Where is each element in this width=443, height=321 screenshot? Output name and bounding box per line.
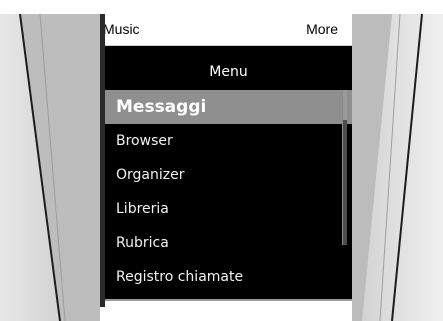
menu-item-browser[interactable]: Browser [105, 124, 352, 158]
menu-item-registro-chiamate[interactable]: Registro chiamate [105, 260, 352, 294]
menu-list: Messaggi Browser Organizer Libreria Rubr… [105, 90, 352, 302]
menu-item-organizer[interactable]: Organizer [105, 158, 352, 192]
menu-item-rubrica[interactable]: Rubrica [105, 226, 352, 260]
menu-title: Menu [209, 64, 248, 80]
softkey-music[interactable]: Music [103, 21, 140, 37]
phone-screen: Music More Menu Messaggi Browser Organiz… [100, 14, 352, 321]
scrollbar[interactable] [342, 90, 347, 245]
screen-edge-shadow [100, 14, 105, 307]
menu-item-libreria[interactable]: Libreria [105, 192, 352, 226]
bottom-bar [100, 299, 352, 321]
phone-bezel-left [0, 14, 100, 321]
softkey-more[interactable]: More [306, 21, 338, 37]
softkey-bar: Music More [100, 14, 352, 46]
phone-bezel-right [352, 14, 443, 321]
menu-item-messaggi[interactable]: Messaggi [105, 90, 352, 124]
scrollbar-thumb[interactable] [343, 90, 347, 120]
